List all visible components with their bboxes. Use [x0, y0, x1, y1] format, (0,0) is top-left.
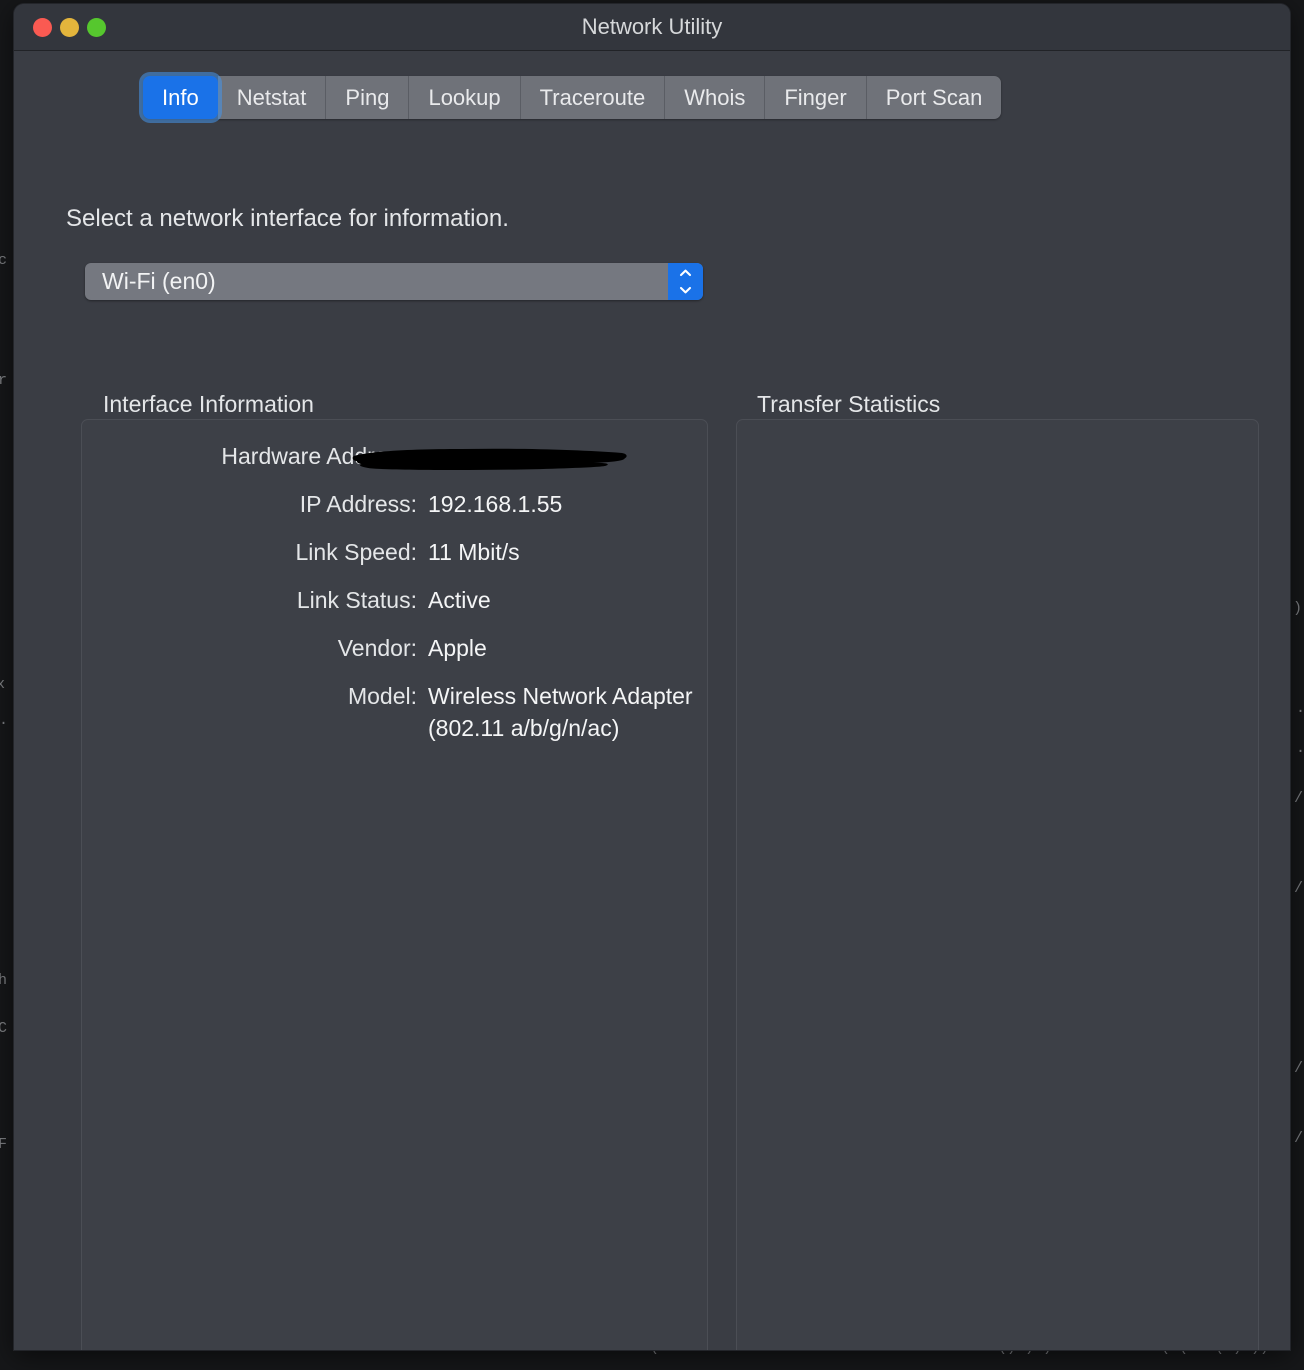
label-collisions: Collisions:	[1264, 632, 1290, 664]
row-sent-packets: Sent Packets: 15,002	[737, 440, 1290, 472]
tab-port-scan[interactable]: Port Scan	[866, 76, 1002, 119]
value-vendor: Apple	[428, 635, 487, 661]
label-recv-errors: Recv Errors:	[1264, 584, 1290, 616]
instruction-label: Select a network interface for informati…	[66, 205, 509, 232]
window-titlebar: Network Utility	[14, 4, 1290, 51]
tab-info[interactable]: Info	[143, 76, 218, 119]
label-link-status: Link Status:	[296, 587, 417, 613]
value-link-speed: 11 Mbit/s	[428, 539, 520, 565]
chevron-up-down-icon	[668, 263, 703, 300]
row-ip-address: IP Address: 192.168.1.55	[82, 488, 563, 520]
row-link-speed: Link Speed: 11 Mbit/s	[82, 536, 520, 568]
row-link-status: Link Status: Active	[82, 584, 491, 616]
label-hardware-address: Hardware Address:	[221, 443, 417, 469]
label-recv-packets: Recv Packets:	[1264, 536, 1290, 568]
tab-whois[interactable]: Whois	[665, 76, 766, 119]
backdrop-text-fragment: /	[1294, 1060, 1304, 1077]
backdrop-text-fragment: h	[0, 972, 8, 989]
backdrop-text-fragment: .	[0, 712, 8, 729]
backdrop-text-fragment: )	[1293, 600, 1303, 617]
tab-traceroute[interactable]: Traceroute	[520, 76, 666, 119]
value-ip-address: 192.168.1.55	[428, 491, 563, 517]
tab-finger[interactable]: Finger	[765, 76, 867, 119]
tab-bar: Info Netstat Ping Lookup Traceroute Whoi…	[143, 76, 1002, 119]
row-vendor: Vendor: Apple	[82, 632, 487, 664]
label-ip-address: IP Address:	[299, 491, 417, 517]
tab-netstat[interactable]: Netstat	[217, 76, 327, 119]
row-model: Model: Wireless Network Adapter (802.11 …	[82, 680, 693, 744]
backdrop-text-fragment: .	[1296, 740, 1304, 757]
backdrop-text-fragment: /	[1294, 1130, 1304, 1147]
backdrop-text-fragment: /	[1294, 880, 1304, 897]
row-hardware-address: Hardware Address:	[82, 440, 428, 472]
tab-lookup[interactable]: Lookup	[409, 76, 521, 119]
backdrop-text-fragment: C	[0, 1020, 8, 1037]
interface-information-title: Interface Information	[103, 391, 314, 417]
interface-select-value: Wi-Fi (en0)	[102, 268, 216, 294]
backdrop-text-fragment: c	[0, 252, 8, 269]
backdrop-text-fragment: /	[1294, 790, 1304, 807]
backdrop-text-fragment: r	[0, 372, 8, 389]
interface-information-panel: Hardware Address: IP Address: 192.168.1.…	[81, 419, 708, 1350]
backdrop-text-fragment: F	[0, 1136, 8, 1153]
label-sent-packets: Sent Packets:	[1264, 440, 1290, 472]
window-title: Network Utility	[581, 14, 723, 39]
row-collisions: Collisions: 0	[737, 632, 1290, 664]
row-recv-packets: Recv Packets: 10,729	[737, 536, 1290, 568]
label-send-errors: Send Errors:	[1264, 488, 1290, 520]
label-vendor: Vendor:	[337, 635, 417, 661]
value-link-status: Active	[428, 587, 491, 613]
tab-ping[interactable]: Ping	[326, 76, 410, 119]
network-utility-window: Network Utility Info Netstat Ping Lookup…	[14, 4, 1290, 1350]
backdrop-text-fragment: .	[1296, 700, 1304, 717]
interface-select[interactable]: Wi-Fi (en0)	[85, 263, 703, 300]
row-recv-errors: Recv Errors: 0	[737, 584, 1290, 616]
tab-bar-area: Info Netstat Ping Lookup Traceroute Whoi…	[14, 51, 1290, 123]
transfer-statistics-title: Transfer Statistics	[757, 391, 941, 417]
row-send-errors: Send Errors: 0	[737, 488, 1290, 520]
transfer-statistics-panel: Sent Packets: 15,002 Send Errors: 0 Recv…	[736, 419, 1259, 1350]
label-link-speed: Link Speed:	[295, 539, 417, 565]
label-model: Model:	[347, 683, 417, 709]
value-model: Wireless Network Adapter (802.11 a/b/g/n…	[428, 683, 693, 741]
backdrop-text-fragment: x	[0, 676, 6, 693]
